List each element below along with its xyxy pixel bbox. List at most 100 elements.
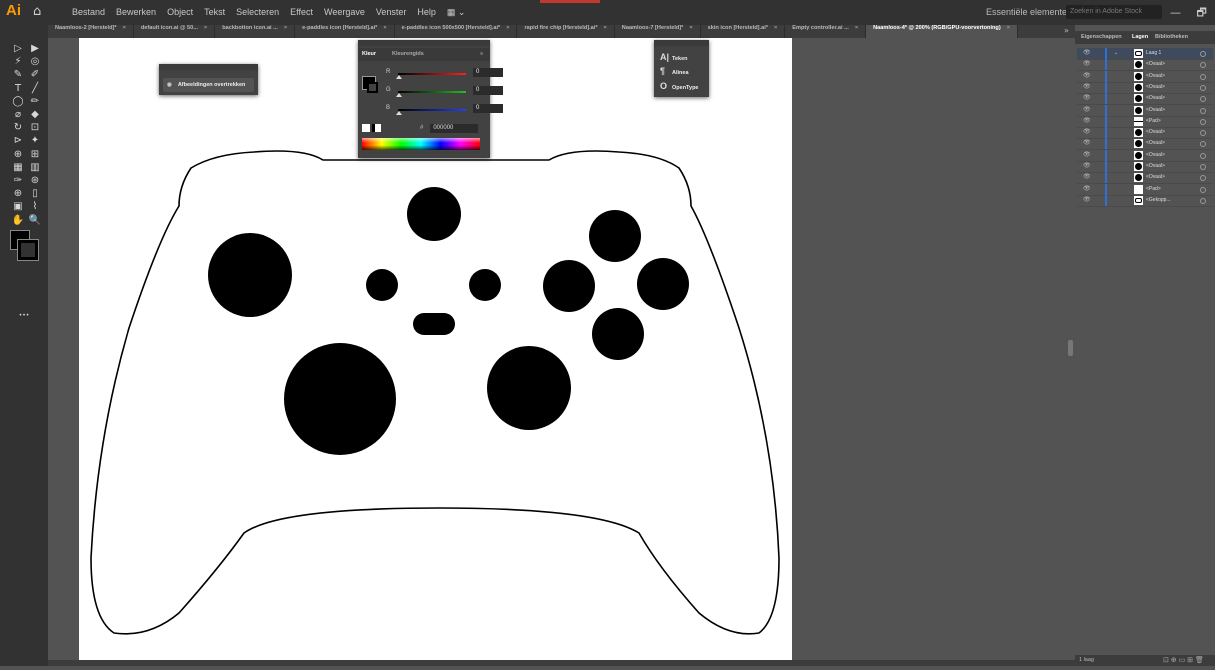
tool-icon[interactable]: ✑ — [10, 175, 26, 186]
visibility-eye-icon[interactable]: 👁 — [1083, 161, 1091, 172]
slider-value-field[interactable]: 0 — [473, 104, 503, 113]
black-white-swatch-icon[interactable] — [372, 124, 381, 132]
visibility-eye-icon[interactable]: 👁 — [1083, 71, 1091, 82]
window-controls[interactable]: — 🗗 ✕ — [1170, 4, 1215, 23]
tab-bibliotheken[interactable]: Bibliotheken — [1155, 31, 1188, 44]
tool-icon[interactable]: ↻ — [10, 122, 26, 133]
document-tab[interactable]: e-paddles icon [Hersteld].ai* × — [295, 25, 395, 38]
tool-icon[interactable]: ◆ — [27, 109, 43, 120]
close-tab-icon[interactable]: × — [855, 25, 858, 31]
slider-track[interactable] — [398, 109, 466, 111]
slider-thumb[interactable] — [396, 93, 402, 97]
document-tab[interactable]: Naamloos-4* @ 200% (RGB/GPU-voorvertonin… — [866, 25, 1018, 38]
app-logo[interactable]: Ai — [6, 2, 21, 19]
panel-alinea[interactable]: ¶ Alinea — [660, 65, 689, 77]
tool-icon[interactable]: ⊳ — [10, 135, 26, 146]
document-tab[interactable]: default icon.ai @ 50... × — [134, 25, 216, 38]
tool-icon[interactable]: ▷ — [10, 43, 26, 54]
layer-row[interactable]: 👁 <Pad> — [1077, 183, 1213, 196]
visibility-eye-icon[interactable]: 👁 — [1083, 150, 1091, 161]
target-circle-icon[interactable] — [1200, 130, 1206, 137]
panel-header[interactable] — [654, 40, 709, 46]
visibility-eye-icon[interactable]: 👁 — [1083, 82, 1091, 93]
button-a[interactable] — [592, 308, 644, 360]
slider-track[interactable] — [398, 73, 466, 75]
chevron-down-icon[interactable]: ⌄ — [1114, 48, 1118, 59]
close-tab-icon[interactable]: × — [123, 25, 126, 31]
target-circle-icon[interactable] — [1200, 107, 1206, 114]
tool-icon[interactable]: ▥ — [27, 162, 43, 173]
tab-kleurengids[interactable]: Kleurengids — [392, 48, 424, 61]
tool-icon[interactable]: ⌀ — [10, 109, 26, 120]
panel-opentype[interactable]: O OpenType — [660, 80, 699, 92]
slider-value-field[interactable]: 0 — [473, 68, 503, 77]
tool-icon[interactable]: ▣ — [10, 201, 26, 212]
tool-icon[interactable]: ✏ — [27, 96, 43, 107]
tool-icon[interactable]: ✎ — [10, 69, 26, 80]
button-x[interactable] — [543, 260, 595, 312]
home-icon[interactable]: ⌂ — [33, 4, 41, 19]
visibility-eye-icon[interactable]: 👁 — [1083, 127, 1091, 138]
tool-icon[interactable]: ⊕ — [10, 149, 26, 160]
tool-icon[interactable]: ⊞ — [27, 149, 43, 160]
target-circle-icon[interactable] — [1200, 118, 1206, 125]
slider-thumb[interactable] — [396, 75, 402, 79]
layer-row[interactable]: 👁 <Pad> — [1077, 115, 1213, 128]
document-tab[interactable]: skin icon [Hersteld].ai* × — [701, 25, 786, 38]
button-b[interactable] — [637, 258, 689, 310]
target-circle-icon[interactable] — [1200, 62, 1206, 69]
tab-eigenschappen[interactable]: Eigenschappen — [1081, 31, 1122, 44]
menu-weergave[interactable]: Weergave — [324, 7, 365, 18]
target-circle-icon[interactable] — [1200, 175, 1206, 182]
document-tab[interactable]: backbotton icon.ai ... × — [215, 25, 296, 38]
arrange-documents-icon[interactable]: ▦ ⌄ — [447, 7, 466, 18]
tab-lagen[interactable]: Lagen — [1132, 31, 1148, 44]
button-y[interactable] — [589, 210, 641, 262]
tool-icon[interactable]: ⚡ — [10, 56, 26, 67]
panel-header[interactable] — [159, 64, 258, 70]
panel-menu-icon[interactable]: ≡ — [480, 48, 483, 61]
slider-track[interactable] — [398, 91, 466, 93]
layer-row[interactable]: 👁 <Ovaal> — [1077, 104, 1213, 117]
visibility-eye-icon[interactable]: 👁 — [1083, 195, 1091, 206]
tool-icon[interactable]: ▶ — [27, 43, 43, 54]
menu-bewerken[interactable]: Bewerken — [116, 7, 156, 18]
vertical-scrollbar[interactable] — [1068, 340, 1073, 356]
menu-help[interactable]: Help — [417, 7, 436, 18]
menu-venster[interactable]: Venster — [376, 7, 407, 18]
tool-icon[interactable]: ⌇ — [27, 201, 43, 212]
menu-button[interactable] — [469, 269, 501, 301]
layer-row[interactable]: 👁 <Ovaal> — [1077, 70, 1213, 83]
stroke-color-swatch[interactable] — [367, 82, 378, 93]
image-trace-button[interactable]: ◉ Afbeeldingen overtrekken — [163, 78, 254, 92]
layer-row[interactable]: 👁 <Ovaal> — [1077, 172, 1213, 185]
tool-icon[interactable]: ✋ — [10, 215, 26, 226]
close-tab-icon[interactable]: × — [689, 25, 692, 31]
layer-row[interactable]: 👁 <Ovaal> — [1077, 127, 1213, 140]
top-button[interactable] — [407, 187, 461, 241]
panel-header[interactable] — [358, 40, 490, 46]
document-tab[interactable]: e-paddles icon 500x500 [Hersteld].ai* × — [395, 25, 518, 38]
visibility-eye-icon[interactable]: 👁 — [1083, 184, 1091, 195]
visibility-eye-icon[interactable]: 👁 — [1083, 138, 1091, 149]
target-circle-icon[interactable] — [1200, 152, 1206, 159]
visibility-eye-icon[interactable]: 👁 — [1083, 116, 1091, 127]
target-circle-icon[interactable] — [1200, 51, 1206, 57]
panel-teken[interactable]: A| Teken — [660, 51, 688, 63]
target-circle-icon[interactable] — [1200, 141, 1206, 148]
dpad[interactable] — [284, 343, 396, 455]
layer-row[interactable]: 👁 <Ovaal> — [1077, 93, 1213, 106]
layer-row[interactable]: 👁 <Ovaal> — [1077, 59, 1213, 72]
tool-icon[interactable]: ◎ — [27, 56, 43, 67]
document-tab[interactable]: Naamloos-7 [Hersteld]* × — [615, 25, 701, 38]
color-slider-r[interactable]: R0 — [386, 68, 503, 79]
target-circle-icon[interactable] — [1200, 164, 1206, 170]
hex-field[interactable]: #000000 — [420, 124, 478, 133]
document-tab[interactable]: Naamloos-2 [Hersteld]* × — [48, 25, 134, 38]
menu-bestand[interactable]: Bestand — [72, 7, 105, 18]
visibility-eye-icon[interactable]: 👁 — [1083, 105, 1091, 116]
tool-icon[interactable]: ✐ — [27, 69, 43, 80]
tabs-overflow-icon[interactable]: » — [1064, 26, 1069, 35]
close-tab-icon[interactable]: × — [774, 25, 777, 31]
visibility-eye-icon[interactable]: 👁 — [1083, 59, 1091, 70]
